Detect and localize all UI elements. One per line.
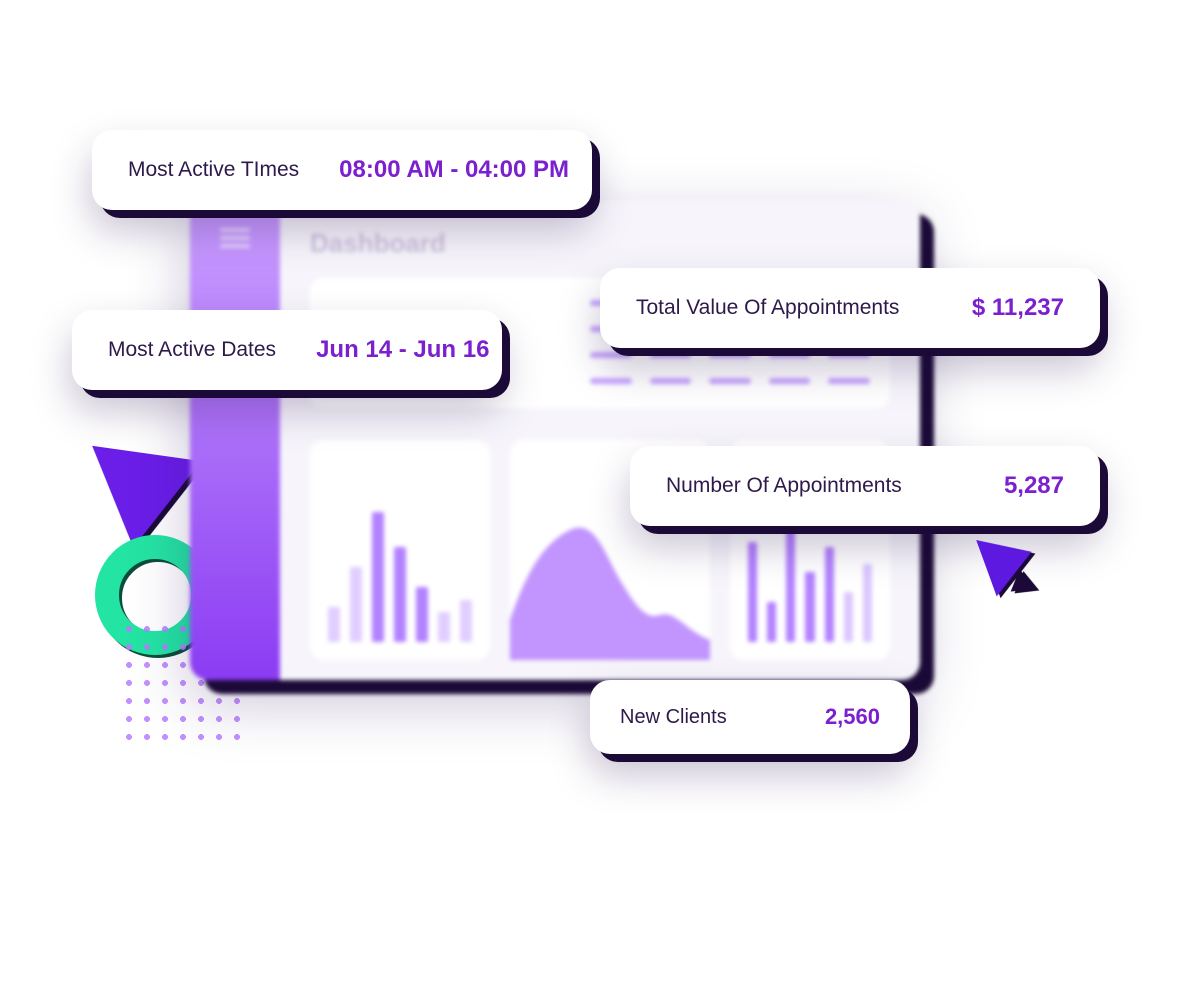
stat-card-total-value: Total Value Of Appointments $ 11,237	[600, 268, 1100, 348]
stat-label: New Clients	[620, 706, 727, 729]
stat-card-most-active-dates: Most Active Dates Jun 14 - Jun 16	[72, 310, 502, 390]
stat-label: Most Active TImes	[128, 158, 299, 182]
stat-value: 5,287	[1004, 472, 1064, 500]
stat-value: 08:00 AM - 04:00 PM	[339, 156, 569, 184]
stat-card-most-active-times: Most Active TImes 08:00 AM - 04:00 PM	[92, 130, 592, 210]
stat-label: Number Of Appointments	[666, 474, 902, 498]
menu-icon[interactable]	[220, 228, 250, 248]
stat-card-appointment-count: Number Of Appointments 5,287	[630, 446, 1100, 526]
stat-label: Most Active Dates	[108, 338, 276, 362]
chart-panel-bar-1	[310, 440, 490, 660]
stat-value: 2,560	[825, 704, 880, 730]
stat-value: $ 11,237	[972, 294, 1064, 322]
stat-card-new-clients: New Clients 2,560	[590, 680, 910, 754]
sidebar	[190, 200, 280, 680]
page-title: Dashboard	[310, 228, 446, 259]
stat-value: Jun 14 - Jun 16	[316, 336, 489, 364]
cursor-icon	[976, 524, 1042, 597]
stat-label: Total Value Of Appointments	[636, 296, 899, 320]
